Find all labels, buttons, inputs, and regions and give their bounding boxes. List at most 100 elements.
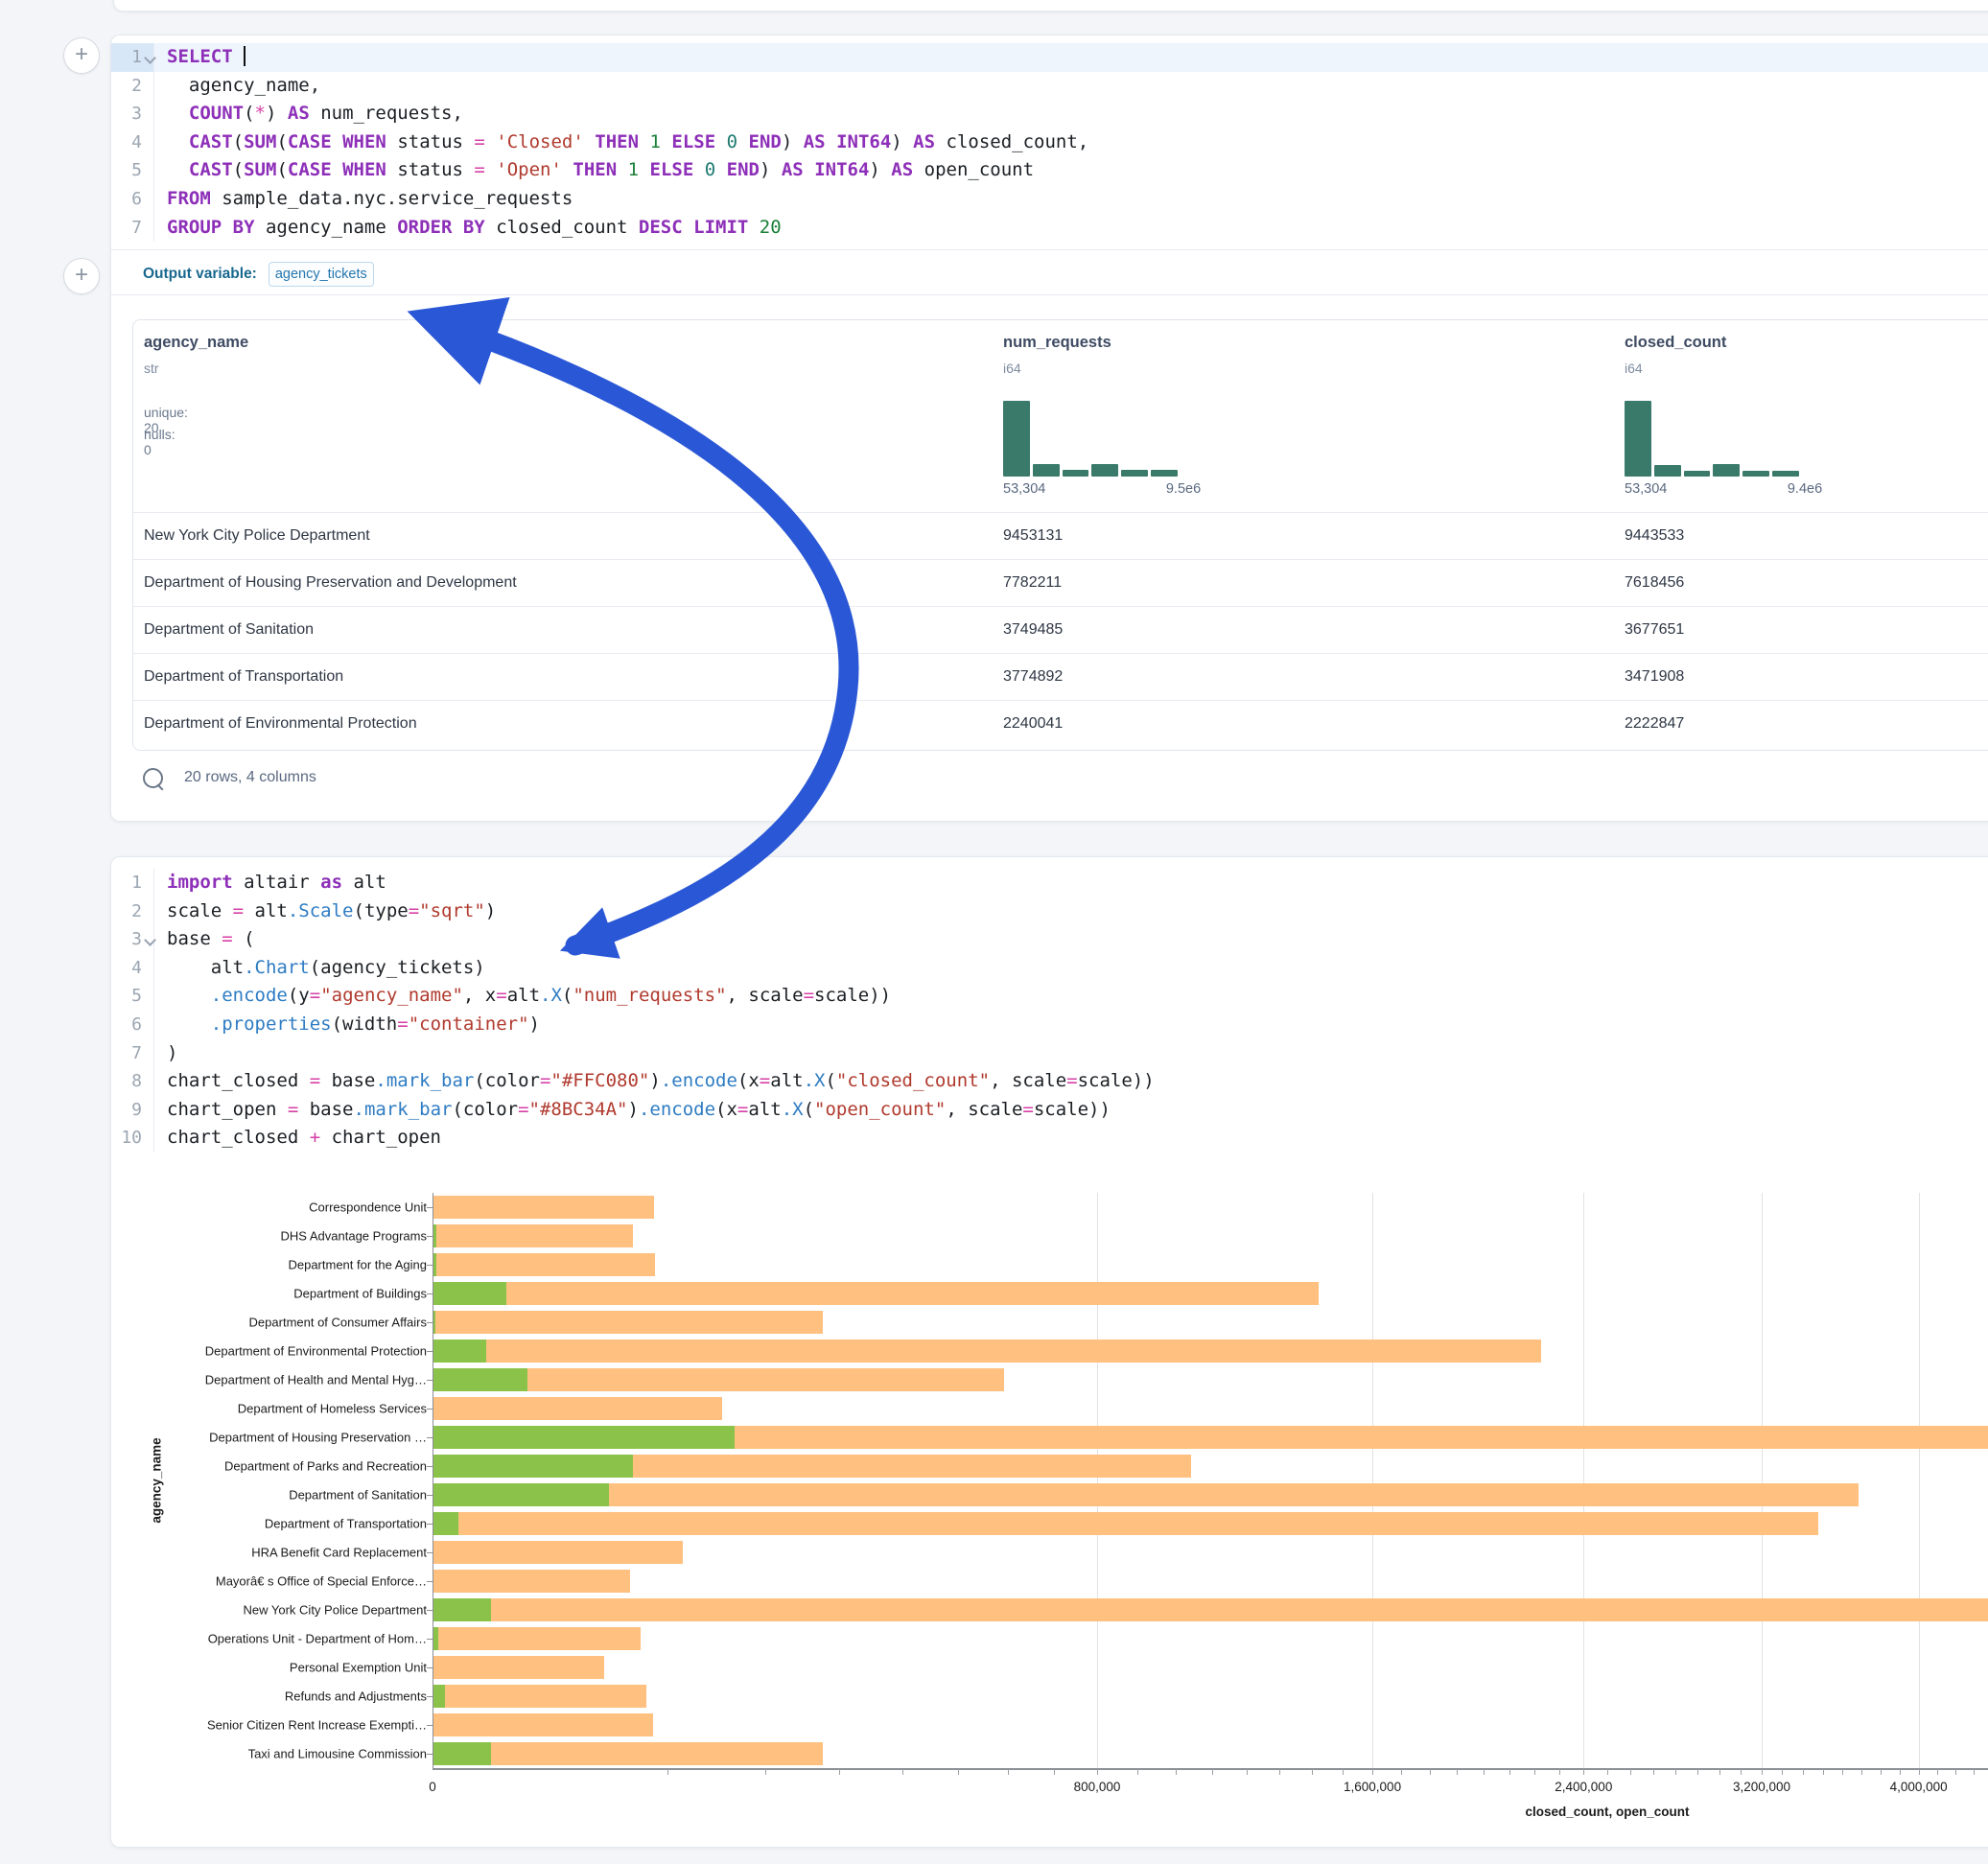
- open-count-bar[interactable]: [433, 1340, 486, 1363]
- closed-count-bar[interactable]: [433, 1713, 653, 1736]
- open-count-bar[interactable]: [433, 1311, 435, 1334]
- y-tick-label: Department of Homeless Services: [238, 1402, 427, 1416]
- y-tick: [427, 1696, 433, 1697]
- sql-code-editor[interactable]: 1SELECT 2 agency_name,3 COUNT(*) AS num_…: [111, 43, 1988, 242]
- open-count-bar[interactable]: [433, 1483, 609, 1506]
- search-icon[interactable]: [143, 768, 163, 788]
- output-variable-chip[interactable]: agency_tickets: [269, 262, 374, 287]
- table-row[interactable]: Department of Environmental Protection22…: [133, 700, 1988, 747]
- open-count-bar[interactable]: [433, 1742, 491, 1765]
- code-text: FROM sample_data.nyc.service_requests: [154, 185, 573, 214]
- histogram-bar: [1625, 401, 1651, 477]
- result-table: agency_namestrunique: 20nulls: 0num_requ…: [132, 319, 1988, 751]
- x-tick-label: 1,600,000: [1344, 1780, 1401, 1794]
- x-tick: [765, 1769, 766, 1775]
- code-line[interactable]: 7GROUP BY agency_name ORDER BY closed_co…: [111, 214, 1988, 243]
- x-tick: [1212, 1769, 1213, 1775]
- add-cell-button-top[interactable]: +: [63, 37, 100, 74]
- open-count-bar[interactable]: [433, 1253, 436, 1276]
- x-tick: [1974, 1769, 1975, 1775]
- histogram-min-label: 53,304: [1003, 481, 1045, 497]
- closed-count-bar[interactable]: [433, 1196, 654, 1219]
- closed-count-bar[interactable]: [433, 1512, 1818, 1535]
- add-cell-button-output[interactable]: +: [63, 258, 100, 294]
- table-row[interactable]: Department of Housing Preservation and D…: [133, 559, 1988, 606]
- closed-count-bar[interactable]: [433, 1397, 722, 1420]
- code-text: GROUP BY agency_name ORDER BY closed_cou…: [154, 214, 782, 243]
- closed-count-bar[interactable]: [433, 1570, 630, 1593]
- closed-count-bar[interactable]: [433, 1685, 646, 1708]
- closed-count-bar[interactable]: [433, 1224, 633, 1247]
- x-tick: [1583, 1769, 1584, 1775]
- closed-count-bar[interactable]: [433, 1656, 604, 1679]
- altair-chart: agency_name closed_count, open_count 080…: [111, 857, 1988, 1847]
- table-cell: 3749485: [1003, 607, 1063, 653]
- table-cell: 9443533: [1625, 513, 1684, 559]
- line-number: 7: [111, 214, 154, 243]
- x-tick: [1719, 1769, 1720, 1775]
- x-tick: [1484, 1769, 1485, 1775]
- x-tick: [1881, 1769, 1882, 1775]
- x-tick: [1247, 1769, 1248, 1775]
- closed-count-bar[interactable]: [433, 1253, 655, 1276]
- y-tick: [427, 1495, 433, 1496]
- histogram-min-label: 53,304: [1625, 481, 1667, 497]
- closed-count-bar[interactable]: [433, 1541, 683, 1564]
- code-line[interactable]: 5 CAST(SUM(CASE WHEN status = 'Open' THE…: [111, 156, 1988, 185]
- histogram-bar: [1772, 471, 1799, 477]
- y-tick-label: Department of Transportation: [265, 1517, 427, 1531]
- table-row[interactable]: New York City Police Department945313194…: [133, 512, 1988, 559]
- code-line[interactable]: 2 agency_name,: [111, 72, 1988, 101]
- y-tick-label: DHS Advantage Programs: [281, 1229, 427, 1244]
- open-count-bar[interactable]: [433, 1598, 491, 1621]
- y-tick: [427, 1207, 433, 1208]
- y-tick: [427, 1265, 433, 1266]
- closed-count-bar[interactable]: [433, 1627, 641, 1650]
- table-cell: 3471908: [1625, 654, 1684, 700]
- table-row[interactable]: Department of Sanitation37494853677651: [133, 606, 1988, 653]
- y-tick-label: Personal Exemption Unit: [290, 1661, 427, 1675]
- chart-plot-area: closed_count, open_count 0800,0001,600,0…: [433, 1193, 1988, 1768]
- column-histogram: [1003, 401, 1178, 477]
- y-tick-label: Taxi and Limousine Commission: [248, 1747, 427, 1761]
- table-cell: 3774892: [1003, 654, 1063, 700]
- open-count-bar[interactable]: [433, 1224, 436, 1247]
- open-count-bar[interactable]: [433, 1282, 506, 1305]
- column-name: num_requests: [1003, 334, 1111, 352]
- code-line[interactable]: 1SELECT: [111, 43, 1988, 72]
- closed-count-bar[interactable]: [433, 1598, 1988, 1621]
- histogram-bar: [1063, 470, 1089, 477]
- closed-count-bar[interactable]: [433, 1483, 1859, 1506]
- x-tick: [1900, 1769, 1901, 1775]
- y-tick-label: Refunds and Adjustments: [285, 1689, 427, 1704]
- table-row[interactable]: Department of Transportation377489234719…: [133, 653, 1988, 700]
- x-tick: [1741, 1769, 1742, 1775]
- x-tick-label: 4,000,000: [1890, 1780, 1948, 1794]
- open-count-bar[interactable]: [433, 1627, 438, 1650]
- code-line[interactable]: 3 COUNT(*) AS num_requests,: [111, 100, 1988, 128]
- code-text: agency_name,: [154, 72, 320, 101]
- closed-count-bar[interactable]: [433, 1311, 823, 1334]
- table-cell: Department of Housing Preservation and D…: [144, 560, 517, 606]
- open-count-bar[interactable]: [433, 1426, 735, 1449]
- table-cell: 7618456: [1625, 560, 1684, 606]
- code-line[interactable]: 6FROM sample_data.nyc.service_requests: [111, 185, 1988, 214]
- y-tick-label: Correspondence Unit: [309, 1200, 427, 1215]
- line-number: 3: [111, 100, 154, 128]
- fold-chevron-icon[interactable]: [144, 52, 156, 64]
- table-cell: 3677651: [1625, 607, 1684, 653]
- closed-count-bar[interactable]: [433, 1340, 1541, 1363]
- closed-count-bar[interactable]: [433, 1742, 823, 1765]
- code-line[interactable]: 4 CAST(SUM(CASE WHEN status = 'Closed' T…: [111, 128, 1988, 157]
- open-count-bar[interactable]: [433, 1368, 527, 1391]
- previous-cell-edge: [113, 0, 1988, 12]
- closed-count-bar[interactable]: [433, 1282, 1319, 1305]
- open-count-bar[interactable]: [433, 1685, 445, 1708]
- histogram-bar: [1091, 464, 1118, 477]
- divider: [111, 294, 1988, 295]
- open-count-bar[interactable]: [433, 1512, 458, 1535]
- open-count-bar[interactable]: [433, 1455, 633, 1478]
- x-tick: [1401, 1769, 1402, 1775]
- x-tick: [1823, 1769, 1824, 1775]
- histogram-max-label: 9.5e6: [1166, 481, 1201, 497]
